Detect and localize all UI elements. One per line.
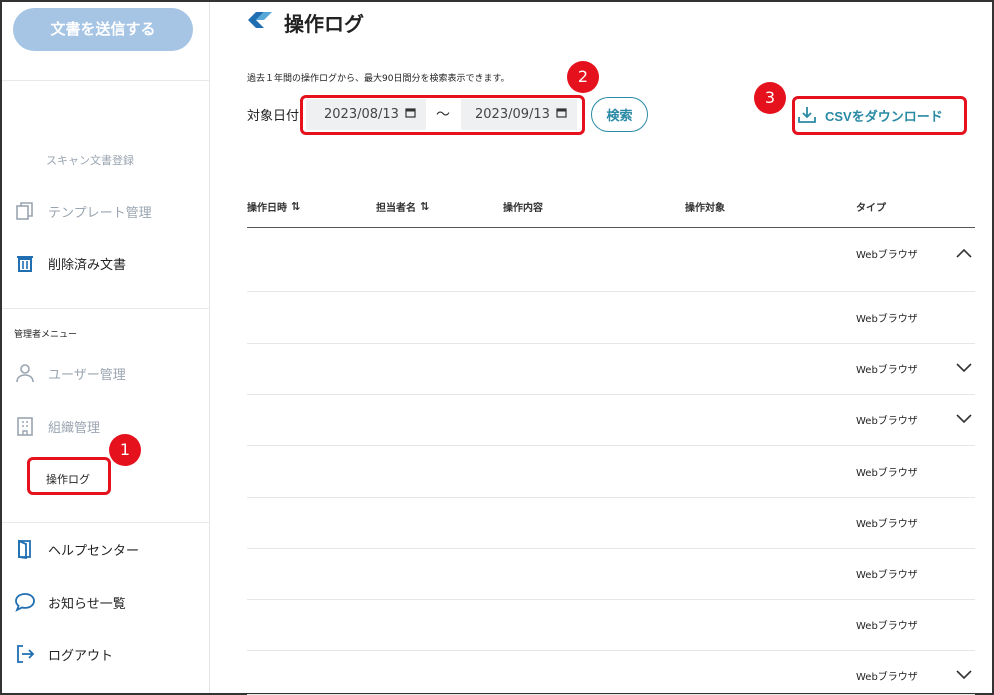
highlight-op-log bbox=[27, 457, 111, 495]
page-title-text: 操作ログ bbox=[284, 12, 364, 36]
table-row[interactable]: Webブラウザ bbox=[247, 446, 975, 498]
send-document-button[interactable]: 文書を送信する bbox=[13, 8, 193, 51]
logout-icon bbox=[14, 643, 36, 665]
row-type: Webブラウザ bbox=[856, 250, 918, 261]
row-type: Webブラウザ bbox=[856, 519, 918, 530]
row-type: Webブラウザ bbox=[856, 621, 918, 632]
annotation-badge-2: 2 bbox=[567, 61, 599, 93]
sidebar-item-logout[interactable]: ログアウト bbox=[14, 643, 113, 665]
sidebar-item-label: ヘルプセンター bbox=[48, 543, 140, 559]
row-type: Webブラウザ bbox=[856, 314, 918, 325]
date-from-value: 2023/08/13 bbox=[324, 107, 399, 122]
csv-download-label: CSVをダウンロード bbox=[825, 108, 943, 124]
sidebar-divider bbox=[2, 80, 210, 81]
sort-icon[interactable]: ⇅ bbox=[291, 200, 300, 213]
speech-bubble-icon bbox=[14, 591, 36, 613]
date-range-separator: 〜 bbox=[436, 107, 450, 123]
table-row[interactable]: Webブラウザ bbox=[247, 549, 975, 600]
column-header-staff[interactable]: 担当者名 ⇅ bbox=[376, 199, 429, 214]
column-header-label: タイプ bbox=[856, 203, 886, 214]
building-icon bbox=[14, 415, 36, 437]
search-note: 過去１年間の操作ログから、最大90日間分を検索表示できます。 bbox=[247, 74, 510, 84]
row-type: Webブラウザ bbox=[856, 416, 918, 427]
search-button[interactable]: 検索 bbox=[591, 97, 648, 132]
sidebar-divider bbox=[2, 308, 210, 309]
row-type: Webブラウザ bbox=[856, 365, 918, 376]
sidebar-item-scan-register[interactable]: スキャン文書登録 bbox=[46, 152, 134, 168]
column-header-label: 操作対象 bbox=[685, 203, 725, 214]
download-icon bbox=[797, 106, 817, 124]
date-to-field[interactable]: 2023/09/13 bbox=[461, 99, 577, 130]
table-row[interactable]: Webブラウザ bbox=[247, 498, 975, 549]
column-header-type: タイプ bbox=[856, 199, 886, 214]
row-type: Webブラウザ bbox=[856, 570, 918, 581]
chevron-down-icon[interactable] bbox=[955, 666, 973, 684]
calendar-icon[interactable] bbox=[556, 107, 567, 122]
column-header-label: 操作日時 bbox=[247, 203, 287, 214]
admin-menu-label: 管理者メニュー bbox=[14, 330, 78, 340]
template-icon bbox=[14, 200, 36, 222]
column-header-label: 担当者名 bbox=[376, 203, 416, 214]
date-to-value: 2023/09/13 bbox=[475, 107, 550, 122]
sidebar-item-org-manage[interactable]: 組織管理 bbox=[14, 415, 100, 437]
table-row[interactable]: Webブラウザ bbox=[247, 228, 975, 292]
chevron-down-icon[interactable] bbox=[955, 359, 973, 377]
column-header-label: 操作内容 bbox=[503, 203, 543, 214]
annotation-badge-3: 3 bbox=[754, 82, 786, 114]
table-row[interactable]: Webブラウザ bbox=[247, 395, 975, 446]
sidebar-item-label: 削除済み文書 bbox=[48, 257, 127, 273]
row-type: Webブラウザ bbox=[856, 672, 918, 683]
sidebar-item-label: スキャン文書登録 bbox=[46, 154, 134, 167]
date-label: 対象日付 bbox=[247, 109, 300, 124]
chevron-down-icon[interactable] bbox=[955, 410, 973, 428]
chevron-up-icon[interactable] bbox=[955, 244, 973, 262]
row-type: Webブラウザ bbox=[856, 468, 918, 479]
csv-download-button[interactable]: CSVをダウンロード bbox=[797, 100, 943, 130]
date-from-field[interactable]: 2023/08/13 bbox=[306, 99, 426, 130]
sidebar-item-label: テンプレート管理 bbox=[48, 205, 152, 221]
sidebar-divider bbox=[2, 522, 210, 523]
table-row[interactable]: Webブラウザ bbox=[247, 292, 975, 344]
user-icon bbox=[14, 362, 36, 384]
sidebar-item-label: 組織管理 bbox=[48, 420, 101, 436]
trash-icon bbox=[14, 252, 36, 274]
table-row[interactable]: Webブラウザ bbox=[247, 651, 975, 695]
column-header-datetime[interactable]: 操作日時 ⇅ bbox=[247, 199, 300, 214]
sidebar-item-template-manage[interactable]: テンプレート管理 bbox=[14, 200, 152, 222]
sidebar-item-label: お知らせ一覧 bbox=[48, 596, 126, 612]
sort-icon[interactable]: ⇅ bbox=[420, 200, 429, 213]
page-title: 操作ログ bbox=[246, 8, 364, 37]
annotation-badge-1: 1 bbox=[109, 434, 141, 466]
sidebar-item-deleted-docs[interactable]: 削除済み文書 bbox=[14, 252, 126, 274]
door-icon bbox=[14, 538, 36, 560]
column-header-operation: 操作内容 bbox=[503, 199, 543, 214]
sidebar-item-notices[interactable]: お知らせ一覧 bbox=[14, 591, 126, 613]
column-header-target: 操作対象 bbox=[685, 199, 725, 214]
table-row[interactable]: Webブラウザ bbox=[247, 600, 975, 651]
sidebar-item-label: ログアウト bbox=[48, 648, 114, 664]
sidebar-item-help-center[interactable]: ヘルプセンター bbox=[14, 538, 139, 560]
table-row[interactable]: Webブラウザ bbox=[247, 344, 975, 395]
sidebar: 文書を送信する スキャン文書登録 テンプレート管理 削除済み文書 管理者メニュー… bbox=[2, 2, 210, 693]
calendar-icon[interactable] bbox=[405, 107, 416, 122]
brand-logo-icon bbox=[246, 10, 274, 35]
sidebar-item-label: ユーザー管理 bbox=[48, 367, 126, 383]
sidebar-item-user-manage[interactable]: ユーザー管理 bbox=[14, 362, 126, 384]
